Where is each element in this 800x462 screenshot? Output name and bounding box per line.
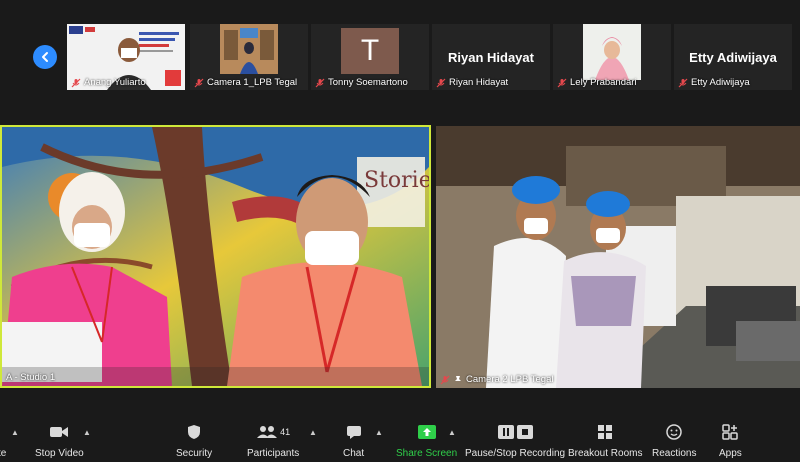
participant-display-name: Riyan Hidayat: [448, 50, 534, 65]
participant-tile[interactable]: Lely Prabandari: [553, 24, 671, 90]
speaker-video-feed: Stories: [2, 127, 429, 386]
participant-name: Anang Yuliarto: [71, 77, 146, 88]
participant-name: Riyan Hidayat: [436, 77, 508, 88]
participant-tile[interactable]: Anang Yuliarto: [67, 24, 185, 90]
meeting-toolbar: te ▲ Stop Video ▲ Security 41 Participan…: [0, 420, 800, 462]
participant-name: Lely Prabandari: [557, 77, 637, 88]
mic-muted-icon: [194, 78, 204, 87]
mic-muted-icon: [678, 78, 688, 87]
apps-button[interactable]: Apps: [719, 422, 742, 459]
participant-name: Tonny Soemartono: [315, 77, 408, 88]
participants-button[interactable]: 41 Participants: [247, 422, 299, 459]
breakout-rooms-icon: [598, 425, 613, 439]
chat-icon: [346, 425, 361, 439]
apps-icon: [722, 424, 739, 440]
chevron-left-icon: [42, 52, 48, 62]
mic-muted-icon: [557, 78, 567, 87]
participant-name-label: Camera 2 LPB Tegal: [440, 374, 554, 385]
shield-icon: [188, 425, 201, 439]
mic-muted-icon: [440, 375, 450, 384]
active-speaker-video[interactable]: Stories A - Studio 1: [0, 125, 431, 388]
strip-prev-button[interactable]: [33, 45, 57, 69]
share-options-caret[interactable]: ▲: [448, 428, 456, 437]
mic-muted-icon: [315, 78, 325, 87]
breakout-rooms-button[interactable]: Breakout Rooms: [568, 422, 642, 459]
video-options-caret[interactable]: ▲: [83, 428, 91, 437]
participant-name: Etty Adiwijaya: [678, 77, 750, 88]
mic-muted-icon: [436, 78, 446, 87]
zoom-meeting-window: Anang Yuliarto Camera 1_LPB Tegal T Tonn…: [0, 0, 800, 462]
participant-video-camera2[interactable]: Camera 2 LPB Tegal: [436, 126, 800, 388]
participants-count: 41: [280, 427, 291, 437]
chat-button[interactable]: Chat: [343, 422, 364, 459]
camera2-video-feed: [436, 126, 800, 388]
pause-stop-recording-button[interactable]: Pause/Stop Recording: [465, 422, 565, 459]
smiley-icon: [666, 424, 682, 440]
participant-tile[interactable]: Camera 1_LPB Tegal: [190, 24, 308, 90]
stop-icon: [516, 425, 533, 439]
stop-video-button[interactable]: Stop Video: [35, 422, 84, 459]
mic-muted-icon: [71, 78, 81, 87]
avatar: T: [341, 28, 399, 74]
participant-tile[interactable]: T Tonny Soemartono: [311, 24, 429, 90]
participant-tile[interactable]: Riyan Hidayat Riyan Hidayat: [432, 24, 550, 90]
participants-icon: [257, 426, 278, 438]
share-screen-icon: [417, 425, 436, 439]
pause-icon: [497, 425, 514, 439]
pin-icon: [455, 375, 461, 384]
video-camera-icon: [50, 427, 69, 437]
participants-options-caret[interactable]: ▲: [309, 428, 317, 437]
participant-tile[interactable]: Etty Adiwijaya Etty Adiwijaya: [674, 24, 792, 90]
participant-strip: Anang Yuliarto Camera 1_LPB Tegal T Tonn…: [0, 0, 800, 112]
security-button[interactable]: Security: [176, 422, 212, 459]
speaker-name-label: A - Studio 1: [6, 372, 56, 383]
svg-text:Stories: Stories: [364, 168, 429, 193]
chat-options-caret[interactable]: ▲: [375, 428, 383, 437]
reactions-button[interactable]: Reactions: [652, 422, 696, 459]
participant-name: Camera 1_LPB Tegal: [194, 77, 297, 88]
participant-display-name: Etty Adiwijaya: [689, 50, 777, 65]
mute-button[interactable]: te: [0, 422, 6, 459]
audio-options-caret[interactable]: ▲: [11, 428, 19, 437]
